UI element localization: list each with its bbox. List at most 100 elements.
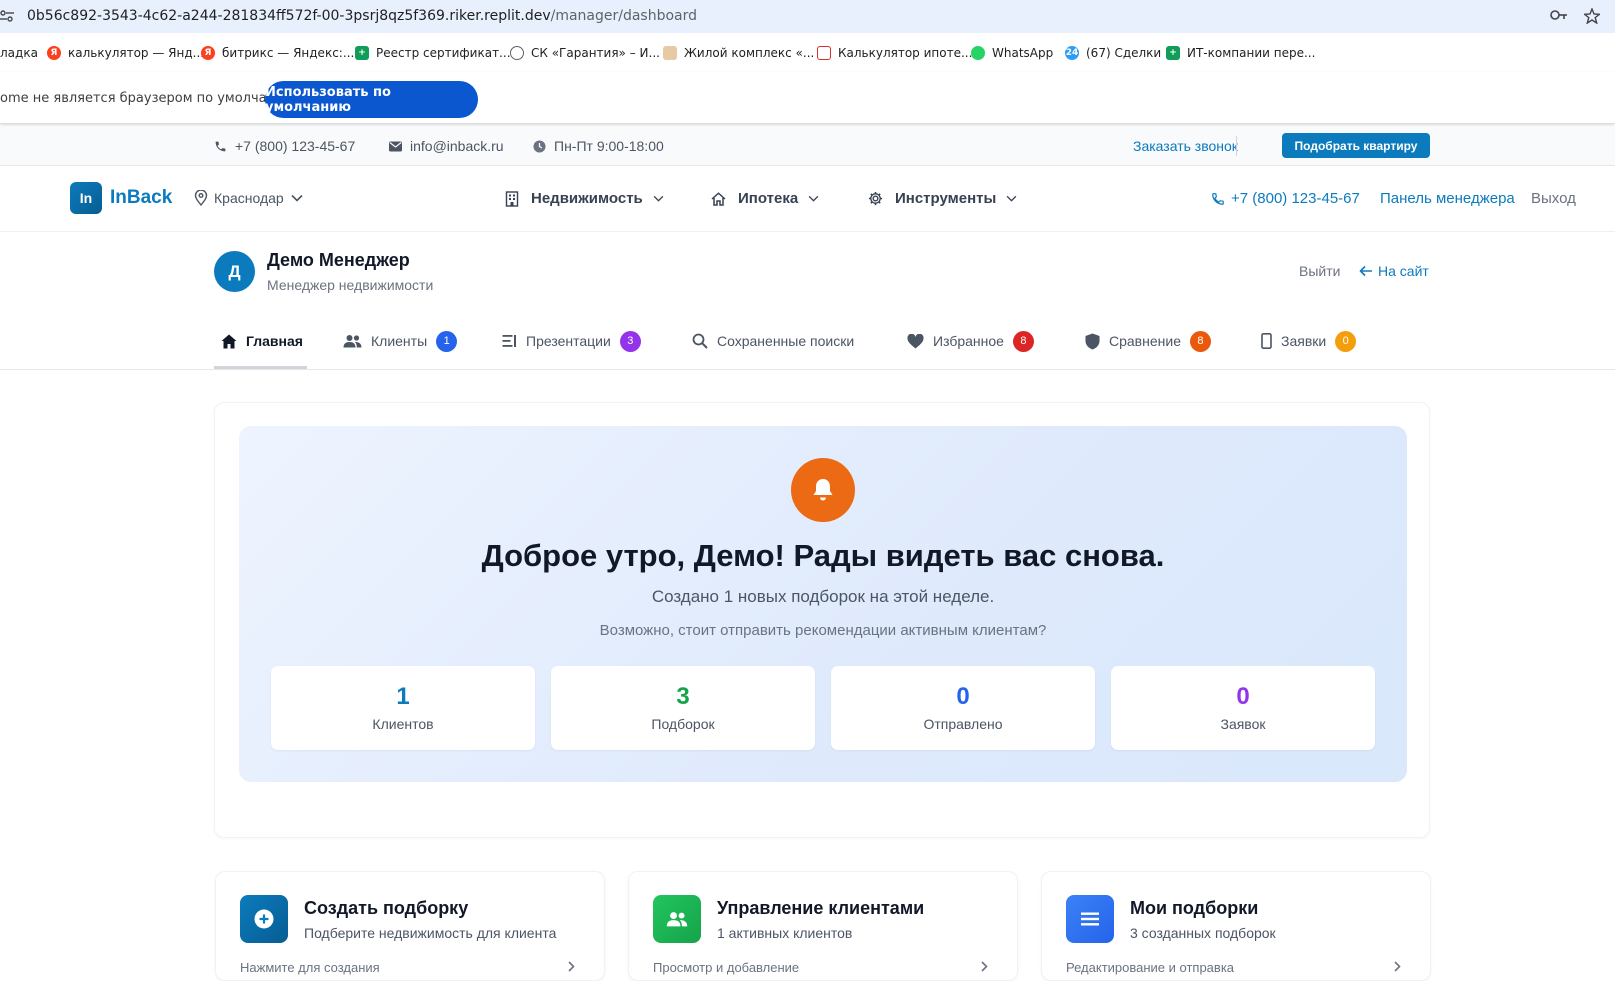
users-icon xyxy=(343,335,362,348)
create-collection-card[interactable]: Создать подборку Подберите недвижимость … xyxy=(215,871,605,981)
sheets-icon: + xyxy=(355,46,369,60)
contact-email[interactable]: info@inback.ru xyxy=(389,138,504,154)
nav-phone-link[interactable]: +7 (800) 123-45-67 xyxy=(1211,190,1360,207)
card-link[interactable]: Просмотр и добавление xyxy=(653,960,799,975)
heart-icon xyxy=(907,333,924,348)
bookmark-item[interactable]: Якалькулятор — Янд... xyxy=(47,44,204,62)
stat-label: Отправлено xyxy=(923,716,1003,732)
logout-button[interactable]: Выйти xyxy=(1299,263,1340,279)
key-icon[interactable] xyxy=(1550,8,1568,22)
tab-presentations[interactable]: Презентации 3 xyxy=(502,328,641,354)
contact-email-text: info@inback.ru xyxy=(410,138,504,154)
star-icon[interactable] xyxy=(1584,8,1600,24)
envelope-icon xyxy=(389,141,402,151)
bookmark-label: WhatsApp xyxy=(992,46,1054,60)
tab-label: Избранное xyxy=(933,333,1004,349)
order-call-link[interactable]: Заказать звонок xyxy=(1133,138,1238,154)
bookmark-label: Калькулятор ипоте... xyxy=(838,46,973,60)
tab-label: Презентации xyxy=(526,333,611,349)
bookmark-item[interactable]: + ИТ-компании пере... xyxy=(1166,44,1315,62)
card-link[interactable]: Нажмите для создания xyxy=(240,960,380,975)
pick-apartment-button[interactable]: Подобрать квартиру xyxy=(1282,133,1430,158)
bookmark-item[interactable]: СК «Гарантия» – И... xyxy=(510,44,660,62)
back-to-site-link[interactable]: На сайт xyxy=(1359,263,1429,279)
bookmark-item[interactable]: Калькулятор ипоте... xyxy=(817,44,972,62)
active-tab-indicator xyxy=(214,366,307,369)
url-text[interactable]: 0b56c892-3543-4c62-a244-281834ff572f-00-… xyxy=(27,8,697,24)
bookmark-label: СК «Гарантия» – И... xyxy=(531,46,660,60)
tab-clients[interactable]: Клиенты 1 xyxy=(343,328,458,354)
menu-real-estate[interactable]: Недвижимость xyxy=(505,190,664,207)
menu-mortgage[interactable]: Ипотека xyxy=(711,190,819,207)
infobar-message: ome не является браузером по умолчанию. xyxy=(0,91,299,106)
stat-value: 1 xyxy=(396,683,410,710)
nav-phone-text: +7 (800) 123-45-67 xyxy=(1231,190,1360,207)
greeting-hint: Возможно, стоит отправить рекомендации а… xyxy=(599,622,1047,639)
plus-circle-icon xyxy=(240,895,288,943)
menu-tools[interactable]: Инструменты xyxy=(868,190,1017,207)
logout-link[interactable]: Выход xyxy=(1531,190,1576,207)
my-collections-card[interactable]: Мои подборки 3 созданных подборок Редакт… xyxy=(1041,871,1431,981)
menu-label: Недвижимость xyxy=(531,190,643,207)
bookmark-item[interactable]: WhatsApp xyxy=(971,44,1053,62)
card-title: Создать подборку xyxy=(304,898,469,918)
list-icon xyxy=(1066,895,1114,943)
chevron-down-icon xyxy=(291,194,303,202)
tab-compare[interactable]: Сравнение 8 xyxy=(1085,328,1211,354)
bookmark-item[interactable]: 24 (67) Сделки xyxy=(1065,44,1161,62)
browser-address-bar[interactable]: 0b56c892-3543-4c62-a244-281834ff572f-00-… xyxy=(0,0,1615,33)
card-link[interactable]: Редактирование и отправка xyxy=(1066,960,1234,975)
bookmark-item[interactable]: Ябитрикс — Яндекс:... xyxy=(201,44,354,62)
bookmark-label: битрикс — Яндекс:... xyxy=(222,46,355,60)
manage-clients-card[interactable]: Управление клиентами 1 активных клиентов… xyxy=(628,871,1018,981)
count-badge: 8 xyxy=(1189,330,1211,352)
brand-name[interactable]: InBack xyxy=(110,187,172,209)
chevron-right-icon xyxy=(1394,961,1401,972)
bookmark-item[interactable]: ладка xyxy=(0,44,38,62)
avatar: Д xyxy=(214,251,255,292)
url-path: /manager/dashboard xyxy=(550,8,698,24)
tab-favorites[interactable]: Избранное 8 xyxy=(907,328,1034,354)
set-default-button[interactable]: Использовать по умолчанию xyxy=(265,81,478,118)
tab-saved-searches[interactable]: Сохраненные поиски xyxy=(692,328,854,354)
default-browser-infobar: ome не является браузером по умолчанию. … xyxy=(0,72,1615,124)
count-badge: 3 xyxy=(619,330,641,352)
contact-phone-text: +7 (800) 123-45-67 xyxy=(235,138,356,154)
stat-card-collections: 3 Подборок xyxy=(551,666,815,750)
contact-phone[interactable]: +7 (800) 123-45-67 xyxy=(214,138,355,154)
card-title: Управление клиентами xyxy=(717,898,925,918)
count-badge: 1 xyxy=(436,330,458,352)
stat-value: 0 xyxy=(1236,683,1250,710)
chevron-right-icon xyxy=(568,961,575,972)
logo-mark[interactable]: In xyxy=(70,182,102,214)
tab-requests[interactable]: Заявки 0 xyxy=(1261,328,1357,354)
site-settings-icon[interactable] xyxy=(0,9,14,23)
chevron-down-icon xyxy=(653,195,664,202)
calculator-icon xyxy=(817,46,831,60)
tab-label: Главная xyxy=(246,333,303,349)
building-icon xyxy=(505,190,519,207)
tab-label: Заявки xyxy=(1281,333,1327,349)
globe-icon xyxy=(510,46,524,60)
stat-label: Заявок xyxy=(1220,716,1266,732)
greeting-title: Доброе утро, Демо! Рады видеть вас снова… xyxy=(481,538,1165,573)
chevron-right-icon xyxy=(981,961,988,972)
whatsapp-icon xyxy=(971,46,985,60)
dashboard-tabs: Главная Клиенты 1 Презентации 3 Сохранен… xyxy=(0,318,1615,370)
bookmark-label: (67) Сделки xyxy=(1086,46,1162,60)
users-icon xyxy=(653,895,701,943)
phone-icon xyxy=(1212,192,1224,205)
bookmark-item[interactable]: Жилой комплекс «... xyxy=(663,44,814,62)
main-navigation: In InBack Краснодар Недвижимость Ипотека… xyxy=(0,166,1615,232)
back-to-site-text: На сайт xyxy=(1378,263,1429,279)
working-hours: Пн-Пт 9:00-18:00 xyxy=(533,138,664,154)
arrow-left-icon xyxy=(1359,265,1372,277)
divider xyxy=(1236,136,1237,156)
city-selector[interactable]: Краснодар xyxy=(194,190,303,206)
stat-value: 0 xyxy=(956,683,970,710)
bookmark-item[interactable]: + Реестр сертификат... xyxy=(355,44,511,62)
card-subtitle: 3 созданных подборок xyxy=(1130,925,1276,941)
url-host: 0b56c892-3543-4c62-a244-281834ff572f-00-… xyxy=(27,8,551,24)
manager-panel-link[interactable]: Панель менеджера xyxy=(1380,190,1515,207)
tab-home[interactable]: Главная xyxy=(221,328,303,354)
